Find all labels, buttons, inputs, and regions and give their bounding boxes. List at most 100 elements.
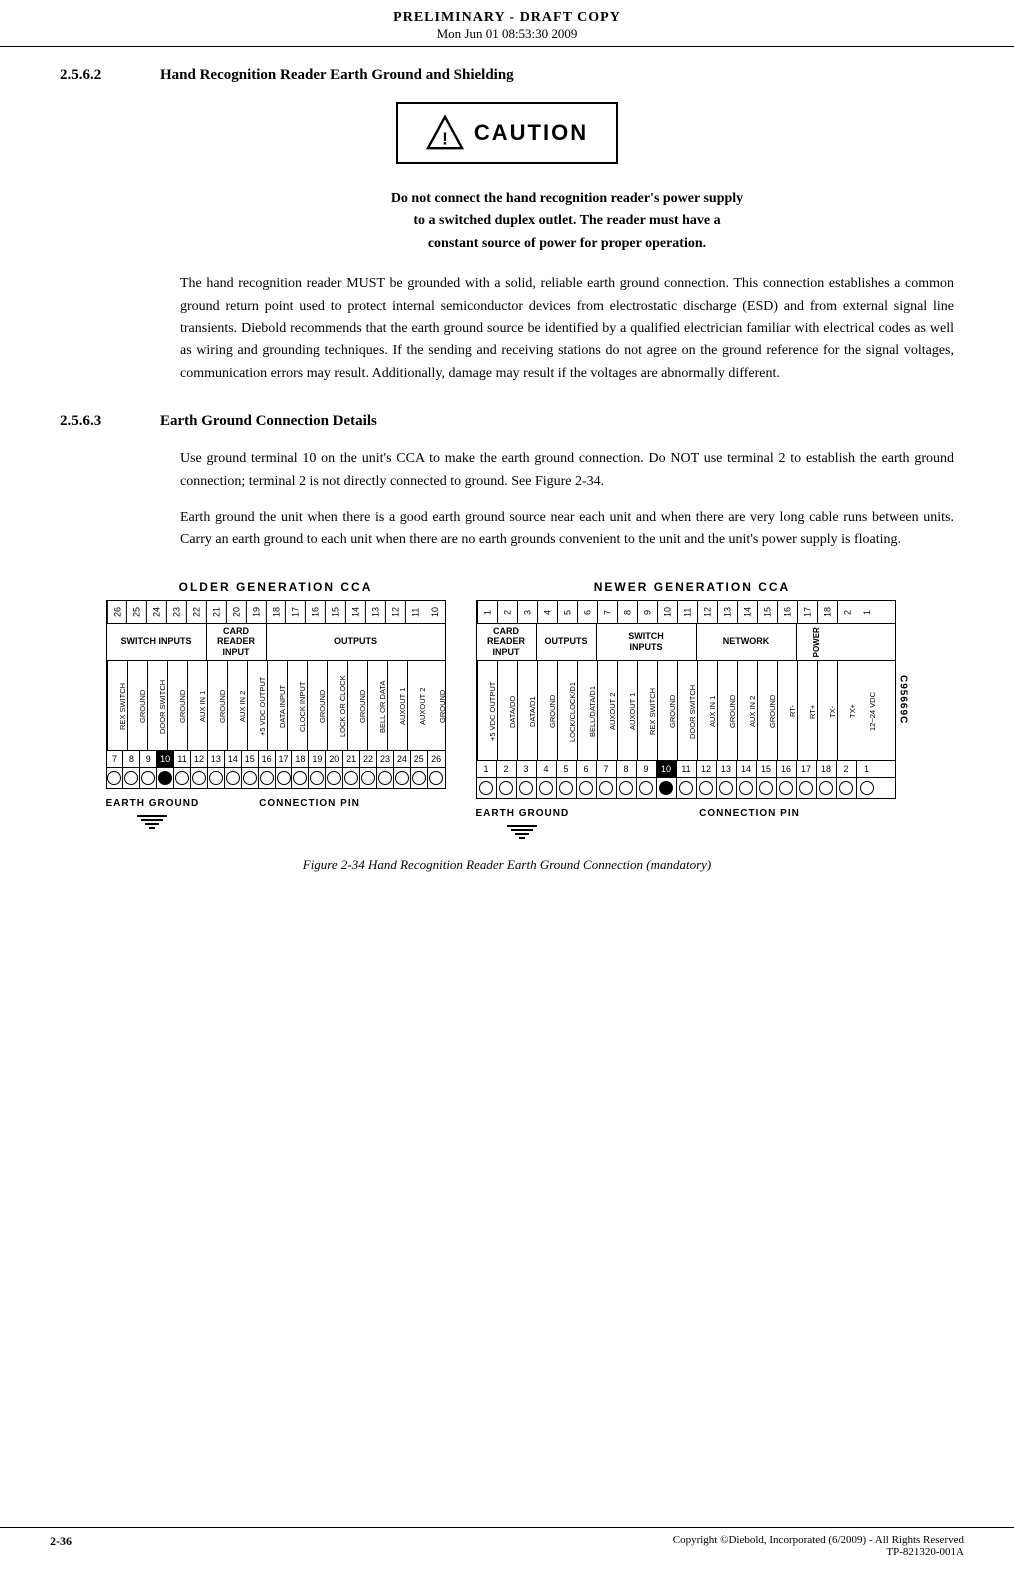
section-number-2563: 2.5.6.3	[60, 413, 160, 430]
top-num: 13	[365, 601, 385, 623]
label-ground5: GROUND	[347, 661, 367, 750]
terminal	[276, 768, 293, 788]
older-terminals	[107, 768, 445, 788]
label-ground3: GROUND	[207, 661, 227, 750]
label-ground2: GROUND	[167, 661, 187, 750]
label-bell-data: BELL OR DATA	[367, 661, 387, 750]
caution-warning-text: Do not connect the hand recognition read…	[180, 188, 954, 255]
top-num: 19	[246, 601, 266, 623]
newer-card-reader-header: CARDREADERINPUT	[477, 624, 537, 660]
terminal	[394, 768, 411, 788]
newer-connection-pin-label: CONNECTION PIN	[699, 805, 800, 821]
top-num: 23	[166, 601, 186, 623]
bottom-num: 21	[343, 751, 360, 767]
bottom-num: 18	[292, 751, 309, 767]
top-num: 20	[226, 601, 246, 623]
newer-network-header: NETWORK	[697, 624, 797, 660]
older-top-nums: 26 25 24 23 22 21 20 19 18 17 16 15 14 1…	[107, 601, 445, 624]
older-cca-block: OLDER GENERATION CCA 26 25 24 23 22 21 2…	[106, 580, 446, 829]
caution-inner: ! CAUTION	[396, 102, 618, 164]
terminal	[411, 768, 428, 788]
page-header: PRELIMINARY - DRAFT COPY Mon Jun 01 08:5…	[0, 0, 1014, 47]
label-ground4: GROUND	[307, 661, 327, 750]
bottom-num: 19	[309, 751, 326, 767]
top-num: 11	[405, 601, 425, 623]
terminal	[208, 768, 225, 788]
cca-diagrams: OLDER GENERATION CCA 26 25 24 23 22 21 2…	[60, 580, 954, 839]
newer-power-header: POWER	[797, 624, 837, 660]
older-label-row: REX SWITCH GROUND DOOR SWITCH GROUND AUX…	[107, 661, 445, 751]
bottom-num: 9	[140, 751, 157, 767]
top-num: 22	[186, 601, 206, 623]
label-rex-switch: REX SWITCH	[107, 661, 127, 750]
newer-bottom-nums: 1 2 3 4 5 6 7 8 9 10 11 12 13	[477, 761, 895, 778]
top-num: 15	[325, 601, 345, 623]
c95669c-label: C95669C	[898, 675, 909, 724]
label-ground6: GROUND	[427, 661, 447, 750]
label-aux-in1: AUX IN 1	[187, 661, 207, 750]
bottom-num: 15	[242, 751, 259, 767]
older-earth-symbol	[106, 815, 200, 829]
top-num: 24	[146, 601, 166, 623]
top-num: 17	[285, 601, 305, 623]
bottom-num: 23	[377, 751, 394, 767]
bottom-num: 16	[259, 751, 276, 767]
newer-top-nums: 1 2 3 4 5 6 7 8 9 10 11 12 13	[477, 601, 895, 624]
top-num: 25	[126, 601, 146, 623]
terminal-earth	[157, 768, 174, 788]
section-256-2-heading: 2.5.6.2 Hand Recognition Reader Earth Gr…	[60, 67, 954, 84]
bottom-num: 7	[107, 751, 124, 767]
terminal	[259, 768, 276, 788]
newer-earth-ground-label: EARTH GROUND	[476, 805, 570, 839]
terminal	[140, 768, 157, 788]
top-num: 10	[425, 601, 445, 623]
bottom-num: 24	[394, 751, 411, 767]
caution-label: CAUTION	[474, 120, 588, 146]
terminal	[326, 768, 343, 788]
older-earth-ground-label: EARTH GROUND	[106, 795, 200, 829]
terminal	[292, 768, 309, 788]
newer-terminals	[477, 778, 895, 798]
newer-cca-block: NEWER GENERATION CCA 1 2 3 4 5 6 7 8	[476, 580, 909, 839]
label-lock-clock: LOCK OR CLOCK	[327, 661, 347, 750]
older-switch-inputs-header: SWITCH INPUTS	[107, 624, 207, 660]
bottom-num: 10	[157, 751, 174, 767]
page-content: 2.5.6.2 Hand Recognition Reader Earth Gr…	[0, 47, 1014, 909]
figure-area: OLDER GENERATION CCA 26 25 24 23 22 21 2…	[60, 580, 954, 873]
terminal-earth-newer	[657, 778, 677, 798]
terminal	[242, 768, 259, 788]
caution-triangle-icon: !	[426, 114, 464, 152]
label-aux-in2: AUX IN 2	[227, 661, 247, 750]
section-title-2563: Earth Ground Connection Details	[160, 413, 377, 430]
older-bottom-nums: 7 8 9 10 11 12 13 14 15 16 17 18 19 20	[107, 751, 445, 768]
top-num: 14	[345, 601, 365, 623]
section-title-2562: Hand Recognition Reader Earth Ground and…	[160, 67, 514, 84]
label-clock-input: CLOCK INPUT	[287, 661, 307, 750]
figure-caption: Figure 2-34 Hand Recognition Reader Eart…	[303, 857, 711, 873]
terminal	[360, 768, 377, 788]
header-title: PRELIMINARY - DRAFT COPY	[0, 10, 1014, 26]
terminal	[343, 768, 360, 788]
older-card-reader-header: CARDREADERINPUT	[207, 624, 267, 660]
section-2562-body: The hand recognition reader MUST be grou…	[180, 273, 954, 385]
section-2563-para1: Use ground terminal 10 on the unit's CCA…	[180, 448, 954, 493]
svg-text:!: !	[442, 129, 448, 148]
bottom-num: 11	[174, 751, 191, 767]
caution-box: ! CAUTION	[60, 102, 954, 164]
header-date: Mon Jun 01 08:53:30 2009	[0, 26, 1014, 42]
footer-copyright: Copyright ©Diebold, Incorporated (6/2009…	[673, 1534, 964, 1558]
bottom-num: 8	[123, 751, 140, 767]
section-2563-para2: Earth ground the unit when there is a go…	[180, 507, 954, 552]
newer-cca-table: 1 2 3 4 5 6 7 8 9 10 11 12 13	[476, 600, 896, 799]
bottom-num: 12	[191, 751, 208, 767]
newer-cca-inner: 1 2 3 4 5 6 7 8 9 10 11 12 13	[476, 600, 909, 799]
top-num: 16	[305, 601, 325, 623]
older-earth-row: EARTH GROUND CONNECTION PIN	[106, 795, 446, 829]
page-number: 2-36	[50, 1534, 72, 1558]
newer-label-row: +5 VDC OUTPUT DATA/DO DATA/D1 GROUND LOC…	[477, 661, 895, 761]
bottom-num: 20	[326, 751, 343, 767]
terminal	[174, 768, 191, 788]
label-5vdc: +5 VDC OUTPUT	[247, 661, 267, 750]
older-cca-table: 26 25 24 23 22 21 20 19 18 17 16 15 14 1…	[106, 600, 446, 789]
terminal	[107, 768, 124, 788]
